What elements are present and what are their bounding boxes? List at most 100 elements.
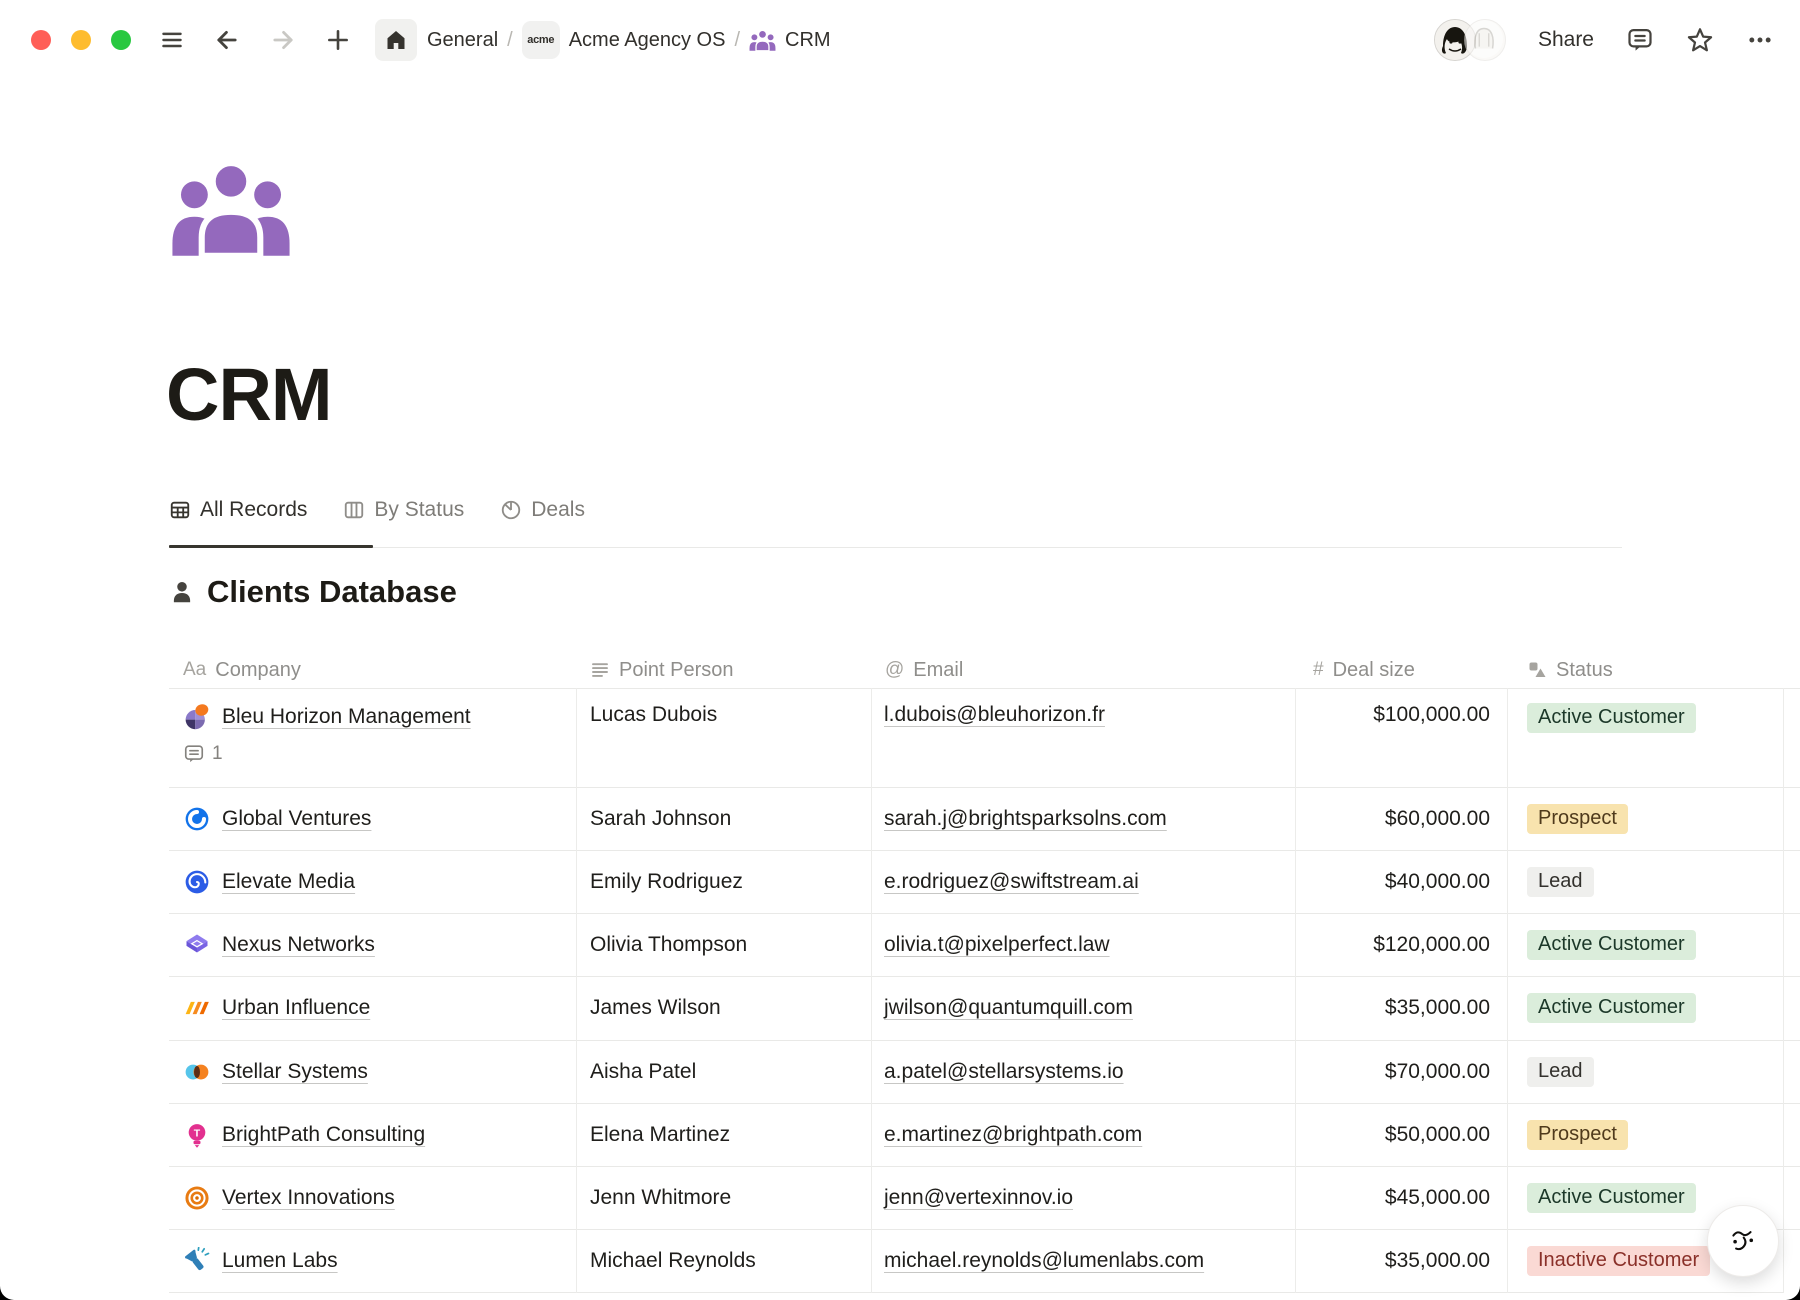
column-header-company[interactable]: Aa Company	[169, 652, 576, 688]
point-person-cell[interactable]: James Wilson	[576, 977, 871, 1039]
deal-size-cell[interactable]: $35,000.00	[1295, 1230, 1507, 1292]
comments-icon[interactable]	[1626, 26, 1654, 54]
notion-ai-button[interactable]	[1707, 1205, 1779, 1277]
maximize-button[interactable]	[111, 30, 131, 50]
email-cell[interactable]: a.patel@stellarsystems.io	[871, 1041, 1295, 1103]
column-header-deal-size[interactable]: # Deal size	[1295, 652, 1507, 688]
point-person-cell[interactable]: Olivia Thompson	[576, 914, 871, 976]
more-options-icon[interactable]	[1746, 26, 1774, 54]
window-corner	[1784, 1284, 1800, 1300]
company-link[interactable]: BrightPath Consulting	[222, 1123, 425, 1147]
deal-size-cell[interactable]: $120,000.00	[1295, 914, 1507, 976]
back-icon[interactable]	[213, 26, 241, 54]
deal-size-cell[interactable]: $40,000.00	[1295, 851, 1507, 913]
page-title: CRM	[166, 352, 332, 437]
status-cell[interactable]: Active Customer	[1507, 914, 1783, 976]
column-divider[interactable]	[1783, 688, 1784, 1293]
breadcrumb-root[interactable]: General	[427, 29, 498, 52]
company-logo-icon	[183, 931, 211, 959]
email-cell[interactable]: olivia.t@pixelperfect.law	[871, 914, 1295, 976]
column-divider[interactable]	[576, 688, 577, 1293]
company-link[interactable]: Global Ventures	[222, 807, 371, 831]
breadcrumb-workspace[interactable]: acme Acme Agency OS	[522, 21, 726, 59]
table-row[interactable]: T BrightPath Consulting Elena Martinez e…	[169, 1104, 1800, 1167]
column-divider[interactable]	[1295, 688, 1296, 1293]
company-logo-icon	[183, 868, 211, 896]
table-row[interactable]: Nexus Networks Olivia Thompson olivia.t@…	[169, 914, 1800, 977]
deal-size-cell[interactable]: $35,000.00	[1295, 977, 1507, 1039]
company-link[interactable]: Stellar Systems	[222, 1060, 368, 1084]
avatar-inactive	[1464, 19, 1506, 61]
collaborator-avatars[interactable]	[1434, 19, 1506, 61]
point-person-cell[interactable]: Sarah Johnson	[576, 788, 871, 850]
close-button[interactable]	[31, 30, 51, 50]
company-link[interactable]: Nexus Networks	[222, 933, 375, 957]
share-button[interactable]: Share	[1538, 28, 1594, 52]
point-person-cell[interactable]: Emily Rodriguez	[576, 851, 871, 913]
table-row[interactable]: Urban Influence James Wilson jwilson@qua…	[169, 977, 1800, 1040]
company-link[interactable]: Bleu Horizon Management	[222, 705, 471, 729]
deal-size-cell[interactable]: $50,000.00	[1295, 1104, 1507, 1166]
email-cell[interactable]: e.rodriguez@swiftstream.ai	[871, 851, 1295, 913]
company-link[interactable]: Urban Influence	[222, 996, 370, 1020]
tab-all-records[interactable]: All Records	[169, 498, 307, 526]
home-button[interactable]	[375, 19, 417, 61]
point-person-cell[interactable]: Jenn Whitmore	[576, 1167, 871, 1229]
table-row[interactable]: Bleu Horizon Management 1 Lucas Dubois l…	[169, 689, 1800, 788]
tab-deals[interactable]: Deals	[500, 498, 585, 526]
table-row[interactable]: Lumen Labs Michael Reynolds michael.reyn…	[169, 1230, 1800, 1293]
database-title-row: Clients Database	[169, 574, 457, 610]
status-cell[interactable]: Prospect	[1507, 1104, 1783, 1166]
deal-size-cell[interactable]: $70,000.00	[1295, 1041, 1507, 1103]
new-page-icon[interactable]	[325, 27, 351, 53]
tabs-divider	[169, 547, 1622, 548]
point-person-cell[interactable]: Elena Martinez	[576, 1104, 871, 1166]
point-person-cell[interactable]: Lucas Dubois	[576, 689, 871, 787]
deal-size-cell[interactable]: $60,000.00	[1295, 788, 1507, 850]
comment-count[interactable]: 1	[183, 743, 471, 765]
at-glyph-icon: @	[885, 659, 904, 681]
deal-size-cell[interactable]: $45,000.00	[1295, 1167, 1507, 1229]
status-badge: Active Customer	[1527, 703, 1696, 733]
status-cell[interactable]: Active Customer	[1507, 977, 1783, 1039]
column-header-email[interactable]: @ Email	[871, 652, 1295, 688]
forward-icon[interactable]	[269, 26, 297, 54]
status-cell[interactable]: Active Customer	[1507, 689, 1783, 787]
status-cell[interactable]: Lead	[1507, 1041, 1783, 1103]
deal-size-cell[interactable]: $100,000.00	[1295, 689, 1507, 787]
page-icon-people-group[interactable]	[170, 158, 292, 256]
table-row[interactable]: Elevate Media Emily Rodriguez e.rodrigue…	[169, 851, 1800, 914]
email-cell[interactable]: jenn@vertexinnov.io	[871, 1167, 1295, 1229]
email-cell[interactable]: l.dubois@bleuhorizon.fr	[871, 689, 1295, 787]
email-cell[interactable]: michael.reynolds@lumenlabs.com	[871, 1230, 1295, 1292]
status-cell[interactable]: Prospect	[1507, 788, 1783, 850]
status-cell[interactable]: Lead	[1507, 851, 1783, 913]
active-tab-underline	[169, 545, 373, 549]
column-divider[interactable]	[871, 688, 872, 1293]
status-badge: Active Customer	[1527, 1183, 1696, 1213]
breadcrumb-page[interactable]: CRM	[749, 29, 831, 52]
table-row[interactable]: Global Ventures Sarah Johnson sarah.j@br…	[169, 788, 1800, 851]
favorite-star-icon[interactable]	[1686, 26, 1714, 54]
window-corner	[0, 1284, 16, 1300]
sidebar-menu-icon[interactable]	[159, 27, 185, 53]
company-logo-icon	[183, 994, 211, 1022]
company-link[interactable]: Vertex Innovations	[222, 1186, 395, 1210]
table-row[interactable]: Vertex Innovations Jenn Whitmore jenn@ve…	[169, 1167, 1800, 1230]
point-person-cell[interactable]: Aisha Patel	[576, 1041, 871, 1103]
status-badge: Lead	[1527, 1057, 1594, 1087]
table-row[interactable]: Stellar Systems Aisha Patel a.patel@stel…	[169, 1041, 1800, 1104]
minimize-button[interactable]	[71, 30, 91, 50]
point-person-cell[interactable]: Michael Reynolds	[576, 1230, 871, 1292]
company-link[interactable]: Lumen Labs	[222, 1249, 338, 1273]
email-cell[interactable]: e.martinez@brightpath.com	[871, 1104, 1295, 1166]
company-link[interactable]: Elevate Media	[222, 870, 355, 894]
email-cell[interactable]: jwilson@quantumquill.com	[871, 977, 1295, 1039]
comment-bubble-icon	[183, 743, 205, 765]
column-header-status[interactable]: Status	[1507, 652, 1783, 688]
column-header-point-person[interactable]: Point Person	[576, 652, 871, 688]
breadcrumb: General / acme Acme Agency OS / CRM	[427, 21, 831, 59]
column-divider[interactable]	[1507, 688, 1508, 1293]
email-cell[interactable]: sarah.j@brightsparksolns.com	[871, 788, 1295, 850]
tab-by-status[interactable]: By Status	[343, 498, 464, 526]
